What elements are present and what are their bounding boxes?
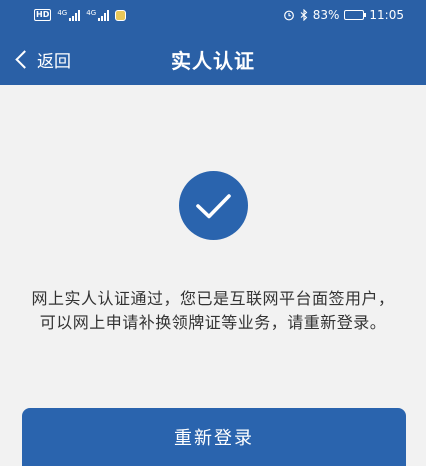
success-checkmark-icon [179,171,248,240]
network-type-label: 4G [57,8,68,17]
page-title: 实人认证 [171,49,255,73]
clock: 11:05 [369,8,404,22]
signal-icon: 4G [57,8,81,21]
status-left: HD 4G 4G [34,8,127,21]
status-right: 83% 11:05 [283,8,404,22]
network-type-label: 4G [86,8,97,17]
status-bar: HD 4G 4G 83% 11:05 [0,0,426,32]
bluetooth-icon [300,9,308,21]
relogin-button[interactable]: 重新登录 [22,408,406,466]
app-header: HD 4G 4G 83% 11:05 返回 实人认证 [0,0,426,85]
hd-badge: HD [34,9,52,21]
signal-icon: 4G [86,8,110,21]
nav-bar: 返回 实人认证 [0,32,426,85]
alarm-icon [283,10,294,21]
result-message: 网上实人认证通过，您已是互联网平台面签用户，可以网上申请补换领牌证等业务，请重新… [31,289,395,332]
battery-icon [344,10,367,20]
battery-percentage: 83% [312,8,340,22]
app-notification-icon [115,9,127,21]
